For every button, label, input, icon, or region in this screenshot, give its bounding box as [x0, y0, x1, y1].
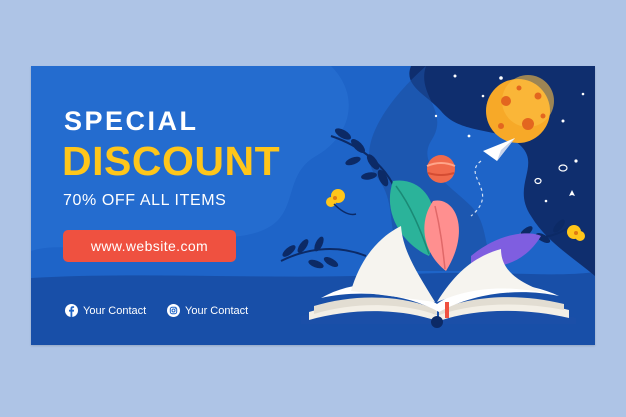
contact-label: Your Contact	[83, 304, 147, 317]
planet-icon	[426, 155, 456, 183]
website-button[interactable]: www.website.com	[63, 230, 236, 262]
discount-subtitle: 70% OFF ALL ITEMS	[63, 192, 227, 209]
contact-label: Your Contact	[185, 304, 249, 317]
title-discount: DISCOUNT	[62, 138, 281, 184]
promo-banner: SPECIAL DISCOUNT 70% OFF ALL ITEMS www.w…	[31, 66, 595, 345]
instagram-contact[interactable]: Your Contact	[167, 304, 248, 317]
facebook-icon	[65, 304, 78, 317]
facebook-contact[interactable]: Your Contact	[65, 304, 146, 317]
paper-plane-icon	[470, 138, 515, 217]
instagram-icon	[167, 304, 180, 317]
title-special: SPECIAL	[64, 106, 199, 136]
